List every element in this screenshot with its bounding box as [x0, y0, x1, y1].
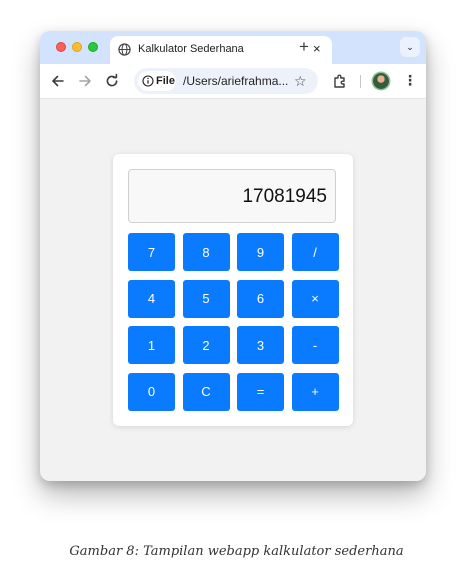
minimize-window-button[interactable] [72, 42, 82, 52]
new-tab-button[interactable]: + [299, 38, 309, 56]
figure: Kalkulator Sederhana × + ⌄ File /Users/a… [0, 0, 473, 587]
figure-caption: Gambar 8: Tampilan webapp kalkulator sed… [69, 544, 404, 559]
menu-kebab-icon[interactable]: ⋮ [403, 71, 417, 89]
key-2[interactable]: 2 [182, 326, 230, 364]
key-add[interactable]: + [291, 372, 339, 411]
back-arrow-icon[interactable] [50, 73, 66, 89]
toolbar-divider [360, 75, 361, 88]
key-6[interactable]: 6 [237, 279, 284, 318]
page-viewport: 17081945 7 8 9 / 4 5 6 × 1 2 3 - 0 C = + [40, 99, 426, 481]
key-9[interactable]: 9 [237, 233, 284, 271]
key-divide[interactable]: / [291, 233, 339, 271]
reload-icon[interactable] [104, 73, 120, 89]
calculator-display: 17081945 [128, 169, 336, 223]
extensions-puzzle-icon[interactable] [332, 73, 348, 89]
tab-close-icon[interactable]: × [313, 41, 321, 57]
bookmark-star-icon[interactable]: ☆ [294, 72, 307, 90]
tab-title: Kalkulator Sederhana [138, 43, 244, 55]
key-clear[interactable]: C [182, 372, 230, 411]
url-text[interactable]: /Users/ariefrahma... [183, 74, 288, 88]
browser-window: Kalkulator Sederhana × + ⌄ File /Users/a… [40, 31, 426, 481]
tab-bar: Kalkulator Sederhana × + ⌄ [40, 31, 426, 64]
key-4[interactable]: 4 [128, 279, 175, 318]
address-bar[interactable]: File /Users/ariefrahma... ☆ [134, 68, 318, 94]
site-info-chip[interactable]: File [138, 71, 176, 91]
close-window-button[interactable] [56, 42, 66, 52]
key-equals[interactable]: = [237, 372, 284, 411]
key-8[interactable]: 8 [182, 233, 230, 271]
key-3[interactable]: 3 [237, 326, 284, 364]
keypad: 7 8 9 / 4 5 6 × 1 2 3 - 0 C = + [128, 233, 339, 411]
toolbar: File /Users/ariefrahma... ☆ ⋮ [40, 64, 426, 99]
info-icon [142, 75, 154, 87]
key-0[interactable]: 0 [128, 372, 175, 411]
profile-avatar[interactable] [373, 73, 389, 89]
key-5[interactable]: 5 [182, 279, 230, 318]
maximize-window-button[interactable] [88, 42, 98, 52]
key-7[interactable]: 7 [128, 233, 175, 271]
calculator-card: 17081945 7 8 9 / 4 5 6 × 1 2 3 - 0 C = + [113, 154, 353, 426]
key-1[interactable]: 1 [128, 326, 175, 364]
globe-icon [118, 43, 131, 56]
key-multiply[interactable]: × [291, 279, 339, 318]
file-label: File [156, 75, 175, 87]
tab-search-button[interactable]: ⌄ [400, 37, 420, 57]
forward-arrow-icon[interactable] [77, 73, 93, 89]
key-subtract[interactable]: - [291, 326, 339, 364]
